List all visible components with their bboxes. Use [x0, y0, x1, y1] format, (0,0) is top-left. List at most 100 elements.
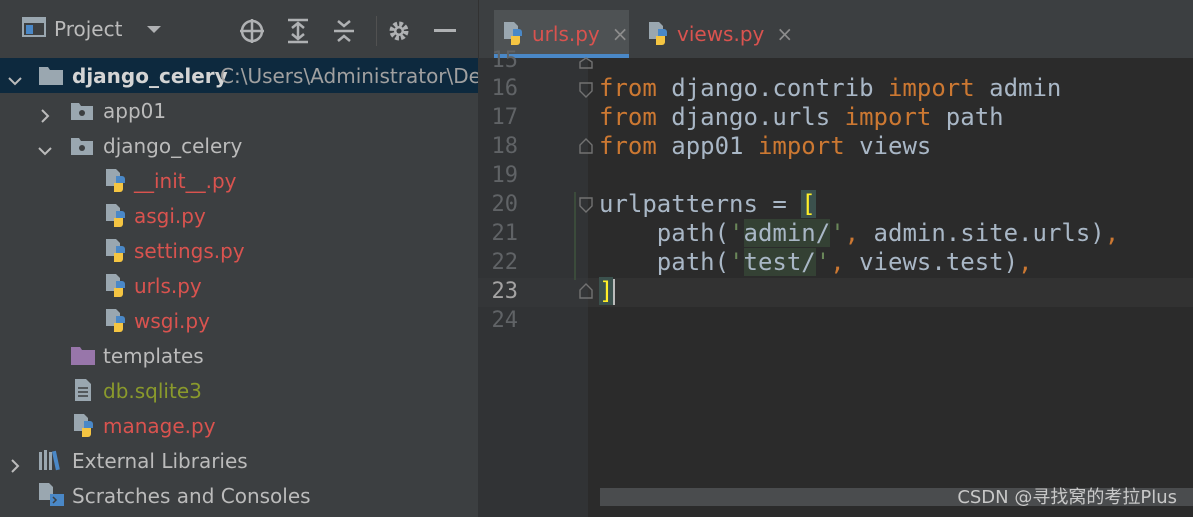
line-number: 18: [491, 134, 519, 159]
string-literal: admin/: [743, 219, 831, 247]
tab-label: urls.py: [532, 22, 600, 46]
text-file-icon: [74, 378, 92, 407]
package-folder-icon: [70, 136, 94, 161]
line-number: 17: [491, 105, 519, 130]
tree-item-app01[interactable]: app01: [0, 93, 478, 128]
module-name: app01: [656, 132, 758, 160]
fold-end-icon[interactable]: [578, 138, 594, 158]
string-quote: ': [729, 219, 744, 247]
locate-icon[interactable]: [238, 17, 266, 45]
chevron-right-icon[interactable]: [38, 104, 52, 123]
tree-item-label: django_celery: [72, 63, 228, 88]
assignment: urlpatterns =: [599, 190, 802, 218]
chevron-down-icon[interactable]: [146, 20, 162, 39]
argument: admin.site.urls): [859, 219, 1105, 247]
module-name: django.contrib: [656, 74, 888, 102]
tab-views-py[interactable]: views.py ×: [639, 10, 793, 58]
tree-item-manage-py[interactable]: manage.py: [0, 408, 478, 443]
tree-item-project-root[interactable]: django_celery C:\Users\Administrator\Des: [0, 58, 478, 93]
python-file-icon: [104, 308, 130, 339]
tree-item-label: asgi.py: [134, 203, 206, 228]
tree-item-label: External Libraries: [72, 448, 248, 473]
scratches-icon: [38, 482, 66, 513]
expand-all-icon[interactable]: [284, 17, 312, 45]
keyword: import: [887, 74, 975, 102]
libraries-icon: [38, 449, 64, 476]
code-line-18[interactable]: from app01 import views: [599, 132, 931, 160]
project-panel-header: Project: [0, 0, 478, 58]
minimize-icon[interactable]: [431, 17, 459, 45]
line-number: 20: [491, 192, 519, 217]
python-file-icon: [647, 21, 671, 47]
tree-item-django-celery[interactable]: django_celery: [0, 128, 478, 163]
python-file-icon: [104, 273, 130, 304]
fold-start-icon[interactable]: [578, 82, 594, 102]
matched-bracket: ]: [599, 277, 614, 305]
line-number: 16: [491, 76, 519, 101]
chevron-down-icon[interactable]: [8, 69, 22, 85]
tree-item-path: C:\Users\Administrator\Des: [220, 63, 478, 88]
string-quote: ': [729, 248, 744, 276]
chevron-down-icon[interactable]: [38, 139, 52, 155]
editor-tab-bar: urls.py × views.py ×: [478, 0, 1193, 58]
keyword: import: [757, 132, 845, 160]
fold-end-icon[interactable]: [578, 54, 594, 73]
tree-item-wsgi-py[interactable]: wsgi.py: [0, 303, 478, 338]
editor-area: urls.py × views.py × 15 16 17 18 19 20 2…: [478, 0, 1193, 517]
project-panel: Project django_celery C:\Users\Administr…: [0, 0, 478, 517]
toolbar-divider: [376, 16, 377, 46]
function-call: path(: [656, 219, 730, 247]
gear-icon[interactable]: [385, 17, 413, 45]
argument: views.test): [844, 248, 1019, 276]
python-file-icon: [104, 203, 130, 234]
project-view-selector[interactable]: Project: [22, 17, 162, 41]
matched-bracket: [: [801, 190, 816, 218]
close-icon[interactable]: ×: [612, 22, 629, 46]
close-icon[interactable]: ×: [776, 22, 793, 46]
fold-start-icon[interactable]: [578, 197, 594, 217]
comma: ,: [844, 219, 860, 247]
string-literal: test/: [743, 248, 816, 276]
tree-item-urls-py[interactable]: urls.py: [0, 268, 478, 303]
tree-item-init-py[interactable]: __init__.py: [0, 163, 478, 198]
python-file-icon: [104, 238, 130, 269]
tree-item-label: __init__.py: [134, 168, 237, 193]
keyword: from: [599, 103, 657, 131]
templates-folder-icon: [70, 346, 96, 371]
tree-item-label: Scratches and Consoles: [72, 483, 311, 508]
import-name: path: [931, 103, 1004, 131]
line-number: 15: [491, 48, 519, 73]
collapse-all-icon[interactable]: [330, 17, 358, 45]
comma: ,: [1104, 219, 1120, 247]
project-window-icon: [22, 17, 46, 41]
code-line-20[interactable]: urlpatterns = [: [599, 190, 816, 218]
folder-icon: [38, 64, 64, 91]
line-number: 22: [491, 250, 519, 275]
keyword: from: [599, 132, 657, 160]
tree-item-label: django_celery: [103, 133, 243, 158]
tree-item-asgi-py[interactable]: asgi.py: [0, 198, 478, 233]
chevron-right-icon[interactable]: [8, 454, 22, 473]
code-line-22[interactable]: path('test/', views.test),: [599, 248, 1033, 276]
module-name: django.urls: [656, 103, 845, 131]
tree-item-label: urls.py: [134, 273, 202, 298]
code-line-16[interactable]: from django.contrib import admin: [599, 74, 1061, 102]
tree-item-external-libraries[interactable]: External Libraries: [0, 443, 478, 478]
tree-item-db-sqlite3[interactable]: db.sqlite3: [0, 373, 478, 408]
code-line-23[interactable]: ]: [599, 277, 616, 305]
comma: ,: [830, 248, 845, 276]
tree-item-label: settings.py: [134, 238, 245, 263]
tree-item-scratches-consoles[interactable]: Scratches and Consoles: [0, 478, 478, 513]
tree-item-settings-py[interactable]: settings.py: [0, 233, 478, 268]
fold-end-icon[interactable]: [578, 283, 594, 303]
python-file-icon: [72, 413, 98, 444]
tree-item-label: templates: [103, 343, 204, 368]
tree-item-templates[interactable]: templates: [0, 338, 478, 373]
code-line-21[interactable]: path('admin/', admin.site.urls),: [599, 219, 1119, 247]
tree-item-label: wsgi.py: [134, 308, 210, 333]
code-line-17[interactable]: from django.urls import path: [599, 103, 1004, 131]
indent-guide: [574, 192, 576, 280]
line-number: 24: [491, 308, 519, 333]
line-number: 21: [491, 221, 519, 246]
